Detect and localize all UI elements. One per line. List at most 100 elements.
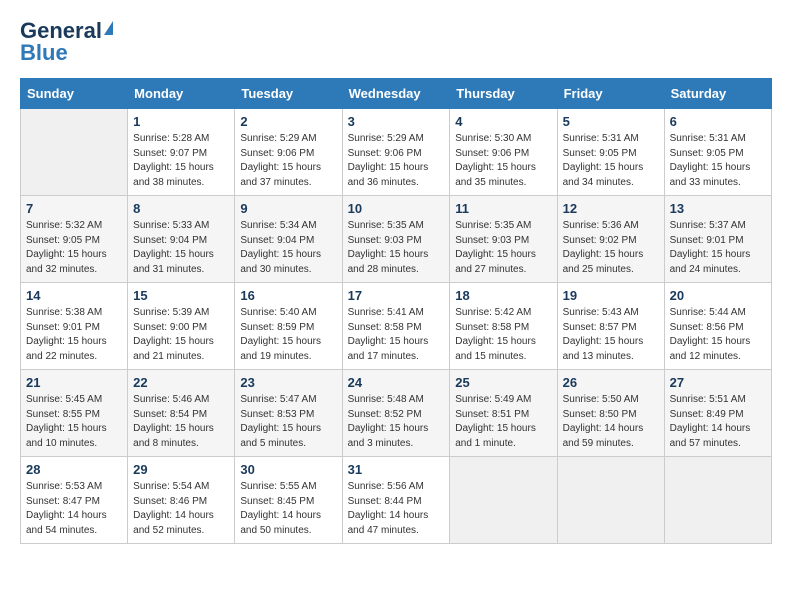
day-number: 9 bbox=[240, 201, 336, 216]
day-info: Sunrise: 5:34 AM Sunset: 9:04 PM Dayligh… bbox=[240, 219, 336, 277]
day-info: Sunrise: 5:28 AM Sunset: 9:07 PM Dayligh… bbox=[133, 132, 229, 190]
day-number: 18 bbox=[455, 288, 551, 303]
day-info: Sunrise: 5:36 AM Sunset: 9:02 PM Dayligh… bbox=[563, 219, 659, 277]
day-info: Sunrise: 5:38 AM Sunset: 9:01 PM Dayligh… bbox=[26, 306, 122, 364]
calendar-cell: 28 Sunrise: 5:53 AM Sunset: 8:47 PM Dayli… bbox=[21, 457, 128, 544]
calendar-cell: 26Sunrise: 5:50 AM Sunset: 8:50 PM Dayli… bbox=[557, 370, 664, 457]
day-number: 11 bbox=[455, 201, 551, 216]
logo-text-general: General bbox=[20, 20, 102, 42]
day-number: 27 bbox=[670, 375, 766, 390]
day-number: 19 bbox=[563, 288, 659, 303]
calendar-week-row: 14 Sunrise: 5:38 AM Sunset: 9:01 PM Dayli… bbox=[21, 283, 772, 370]
day-number: 2 bbox=[240, 114, 336, 129]
page: General Blue SundayMondayTuesdayWednesda… bbox=[0, 0, 792, 564]
day-info: Sunrise: 5:29 AM Sunset: 9:06 PM Dayligh… bbox=[348, 132, 445, 190]
calendar-cell: 23Sunrise: 5:47 AM Sunset: 8:53 PM Dayli… bbox=[235, 370, 342, 457]
day-number: 31 bbox=[348, 462, 445, 477]
calendar-cell: 14 Sunrise: 5:38 AM Sunset: 9:01 PM Dayli… bbox=[21, 283, 128, 370]
day-info: Sunrise: 5:35 AM Sunset: 9:03 PM Dayligh… bbox=[348, 219, 445, 277]
day-number: 3 bbox=[348, 114, 445, 129]
calendar-cell bbox=[21, 109, 128, 196]
day-info: Sunrise: 5:50 AM Sunset: 8:50 PM Dayligh… bbox=[563, 393, 659, 451]
calendar-header-row: SundayMondayTuesdayWednesdayThursdayFrid… bbox=[21, 79, 772, 109]
day-info: Sunrise: 5:54 AM Sunset: 8:46 PM Dayligh… bbox=[133, 480, 229, 538]
day-info: Sunrise: 5:44 AM Sunset: 8:56 PM Dayligh… bbox=[670, 306, 766, 364]
calendar-cell: 12 Sunrise: 5:36 AM Sunset: 9:02 PM Dayli… bbox=[557, 196, 664, 283]
day-number: 12 bbox=[563, 201, 659, 216]
day-info: Sunrise: 5:47 AM Sunset: 8:53 PM Dayligh… bbox=[240, 393, 336, 451]
calendar-week-row: 21Sunrise: 5:45 AM Sunset: 8:55 PM Dayli… bbox=[21, 370, 772, 457]
weekday-header-tuesday: Tuesday bbox=[235, 79, 342, 109]
day-number: 29 bbox=[133, 462, 229, 477]
day-info: Sunrise: 5:41 AM Sunset: 8:58 PM Dayligh… bbox=[348, 306, 445, 364]
day-info: Sunrise: 5:48 AM Sunset: 8:52 PM Dayligh… bbox=[348, 393, 445, 451]
calendar-cell bbox=[557, 457, 664, 544]
day-number: 28 bbox=[26, 462, 122, 477]
calendar-cell: 11 Sunrise: 5:35 AM Sunset: 9:03 PM Dayli… bbox=[450, 196, 557, 283]
calendar-cell: 6 Sunrise: 5:31 AM Sunset: 9:05 PM Daylig… bbox=[664, 109, 771, 196]
day-info: Sunrise: 5:37 AM Sunset: 9:01 PM Dayligh… bbox=[670, 219, 766, 277]
day-info: Sunrise: 5:31 AM Sunset: 9:05 PM Dayligh… bbox=[670, 132, 766, 190]
calendar-cell: 19 Sunrise: 5:43 AM Sunset: 8:57 PM Dayli… bbox=[557, 283, 664, 370]
calendar-cell bbox=[450, 457, 557, 544]
day-info: Sunrise: 5:32 AM Sunset: 9:05 PM Dayligh… bbox=[26, 219, 122, 277]
weekday-header-friday: Friday bbox=[557, 79, 664, 109]
day-info: Sunrise: 5:56 AM Sunset: 8:44 PM Dayligh… bbox=[348, 480, 445, 538]
day-number: 17 bbox=[348, 288, 445, 303]
day-info: Sunrise: 5:39 AM Sunset: 9:00 PM Dayligh… bbox=[133, 306, 229, 364]
weekday-header-sunday: Sunday bbox=[21, 79, 128, 109]
day-info: Sunrise: 5:43 AM Sunset: 8:57 PM Dayligh… bbox=[563, 306, 659, 364]
calendar-cell: 31 Sunrise: 5:56 AM Sunset: 8:44 PM Dayli… bbox=[342, 457, 450, 544]
calendar-cell: 27 Sunrise: 5:51 AM Sunset: 8:49 PM Dayli… bbox=[664, 370, 771, 457]
calendar-cell: 24 Sunrise: 5:48 AM Sunset: 8:52 PM Dayli… bbox=[342, 370, 450, 457]
weekday-header-saturday: Saturday bbox=[664, 79, 771, 109]
calendar-cell: 22 Sunrise: 5:46 AM Sunset: 8:54 PM Dayli… bbox=[128, 370, 235, 457]
day-number: 22 bbox=[133, 375, 229, 390]
calendar-cell: 9 Sunrise: 5:34 AM Sunset: 9:04 PM Daylig… bbox=[235, 196, 342, 283]
day-info: Sunrise: 5:46 AM Sunset: 8:54 PM Dayligh… bbox=[133, 393, 229, 451]
logo-text-blue: Blue bbox=[20, 42, 68, 64]
day-number: 5 bbox=[563, 114, 659, 129]
day-number: 10 bbox=[348, 201, 445, 216]
calendar-cell: 2Sunrise: 5:29 AM Sunset: 9:06 PM Daylig… bbox=[235, 109, 342, 196]
day-number: 25 bbox=[455, 375, 551, 390]
weekday-header-thursday: Thursday bbox=[450, 79, 557, 109]
calendar-week-row: 7Sunrise: 5:32 AM Sunset: 9:05 PM Daylig… bbox=[21, 196, 772, 283]
calendar-cell: 17 Sunrise: 5:41 AM Sunset: 8:58 PM Dayli… bbox=[342, 283, 450, 370]
day-number: 21 bbox=[26, 375, 122, 390]
day-number: 4 bbox=[455, 114, 551, 129]
weekday-header-wednesday: Wednesday bbox=[342, 79, 450, 109]
day-info: Sunrise: 5:51 AM Sunset: 8:49 PM Dayligh… bbox=[670, 393, 766, 451]
day-info: Sunrise: 5:30 AM Sunset: 9:06 PM Dayligh… bbox=[455, 132, 551, 190]
day-number: 14 bbox=[26, 288, 122, 303]
day-info: Sunrise: 5:49 AM Sunset: 8:51 PM Dayligh… bbox=[455, 393, 551, 451]
day-info: Sunrise: 5:53 AM Sunset: 8:47 PM Dayligh… bbox=[26, 480, 122, 538]
calendar-table: SundayMondayTuesdayWednesdayThursdayFrid… bbox=[20, 78, 772, 544]
calendar-cell: 16 Sunrise: 5:40 AM Sunset: 8:59 PM Dayli… bbox=[235, 283, 342, 370]
calendar-cell: 7Sunrise: 5:32 AM Sunset: 9:05 PM Daylig… bbox=[21, 196, 128, 283]
day-number: 6 bbox=[670, 114, 766, 129]
calendar-cell: 3 Sunrise: 5:29 AM Sunset: 9:06 PM Daylig… bbox=[342, 109, 450, 196]
day-number: 8 bbox=[133, 201, 229, 216]
day-info: Sunrise: 5:31 AM Sunset: 9:05 PM Dayligh… bbox=[563, 132, 659, 190]
day-number: 15 bbox=[133, 288, 229, 303]
day-number: 16 bbox=[240, 288, 336, 303]
day-info: Sunrise: 5:40 AM Sunset: 8:59 PM Dayligh… bbox=[240, 306, 336, 364]
day-info: Sunrise: 5:35 AM Sunset: 9:03 PM Dayligh… bbox=[455, 219, 551, 277]
calendar-cell: 4 Sunrise: 5:30 AM Sunset: 9:06 PM Daylig… bbox=[450, 109, 557, 196]
calendar-cell: 29 Sunrise: 5:54 AM Sunset: 8:46 PM Dayli… bbox=[128, 457, 235, 544]
day-info: Sunrise: 5:33 AM Sunset: 9:04 PM Dayligh… bbox=[133, 219, 229, 277]
weekday-header-monday: Monday bbox=[128, 79, 235, 109]
day-info: Sunrise: 5:55 AM Sunset: 8:45 PM Dayligh… bbox=[240, 480, 336, 538]
day-number: 30 bbox=[240, 462, 336, 477]
calendar-week-row: 28 Sunrise: 5:53 AM Sunset: 8:47 PM Dayli… bbox=[21, 457, 772, 544]
day-number: 1 bbox=[133, 114, 229, 129]
day-info: Sunrise: 5:42 AM Sunset: 8:58 PM Dayligh… bbox=[455, 306, 551, 364]
calendar-cell: 5 Sunrise: 5:31 AM Sunset: 9:05 PM Daylig… bbox=[557, 109, 664, 196]
calendar-cell: 10 Sunrise: 5:35 AM Sunset: 9:03 PM Dayli… bbox=[342, 196, 450, 283]
day-number: 24 bbox=[348, 375, 445, 390]
calendar-cell: 1 Sunrise: 5:28 AM Sunset: 9:07 PM Daylig… bbox=[128, 109, 235, 196]
calendar-cell: 21Sunrise: 5:45 AM Sunset: 8:55 PM Dayli… bbox=[21, 370, 128, 457]
calendar-cell: 13Sunrise: 5:37 AM Sunset: 9:01 PM Dayli… bbox=[664, 196, 771, 283]
calendar-week-row: 1 Sunrise: 5:28 AM Sunset: 9:07 PM Daylig… bbox=[21, 109, 772, 196]
